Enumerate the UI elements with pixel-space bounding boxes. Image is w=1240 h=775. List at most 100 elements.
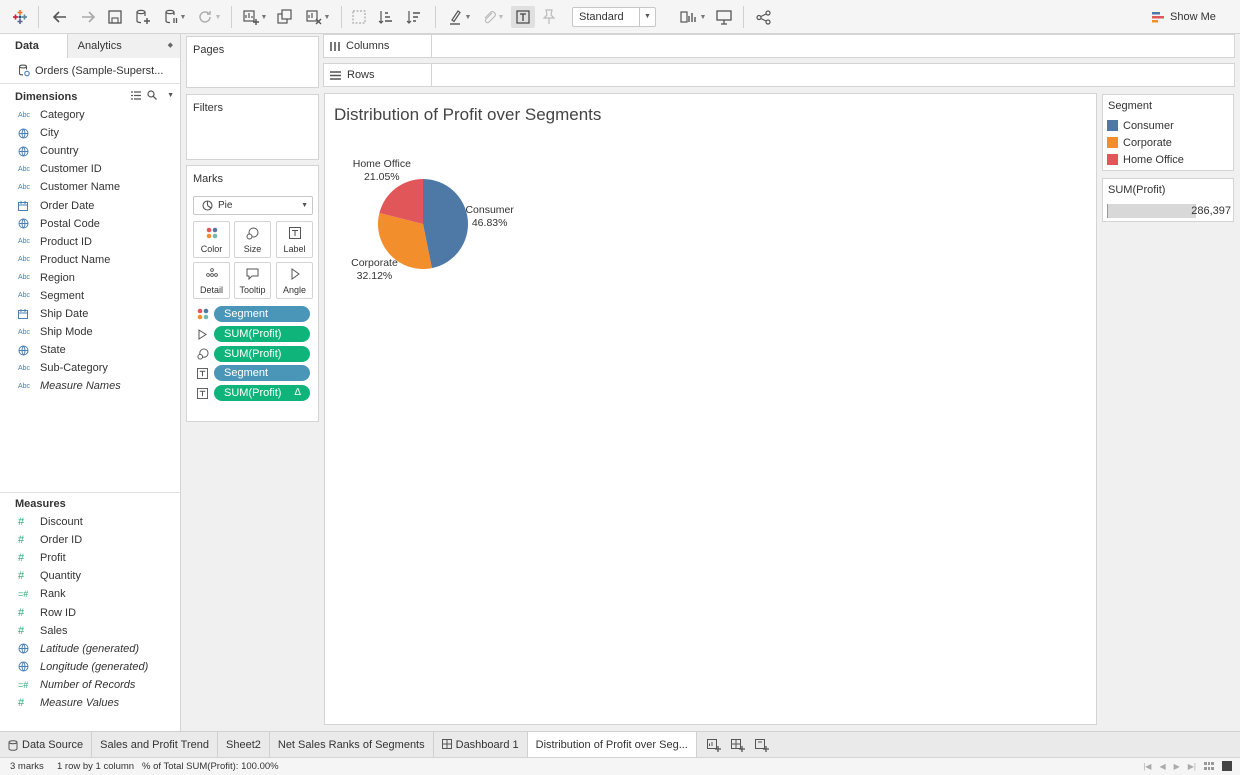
detail-button[interactable]: Detail [193, 262, 230, 299]
group-members-icon[interactable]: ▼ [478, 6, 508, 28]
field-segment[interactable]: Abc Segment [0, 287, 180, 305]
tab-analytics[interactable]: Analytics ◆ [67, 34, 180, 58]
chevron-down-icon[interactable]: ▼ [167, 92, 174, 99]
field-rank[interactable]: =# Rank [0, 585, 180, 603]
label-button[interactable]: Label [276, 221, 313, 258]
share-icon[interactable] [753, 6, 773, 28]
color-legend[interactable]: Segment Consumer Corporate Home Office [1102, 94, 1234, 171]
field-customer-id[interactable]: Abc Customer ID [0, 160, 180, 178]
field-state[interactable]: State [0, 341, 180, 359]
swap-rows-columns-icon[interactable] [349, 6, 369, 28]
clear-sheet-icon[interactable]: ▼ [302, 6, 334, 28]
show-mark-labels-icon[interactable] [511, 6, 535, 28]
columns-shelf[interactable]: Columns [323, 34, 1235, 58]
field-city[interactable]: City [0, 124, 180, 142]
refresh-icon[interactable]: ▼ [193, 6, 225, 28]
profit-angle-pill[interactable]: SUM(Profit) [214, 326, 310, 342]
field-category[interactable]: Abc Category [0, 106, 180, 124]
field-ship-mode[interactable]: Abc Ship Mode [0, 323, 180, 341]
field-sub-category[interactable]: Abc Sub-Category [0, 359, 180, 377]
sheet-tab-sales-and-profit-trend[interactable]: Sales and Profit Trend [92, 732, 218, 758]
sheet-tab-net-sales-ranks-of-segments[interactable]: Net Sales Ranks of Segments [270, 732, 434, 758]
mark-pill-row[interactable]: Segment [197, 306, 311, 322]
next-sheet-icon[interactable]: ▶ [1174, 762, 1180, 771]
search-icon[interactable] [147, 90, 158, 100]
string-type-icon: Abc [18, 238, 31, 246]
tableau-logo-icon[interactable] [10, 6, 30, 28]
field-latitude-generated[interactable]: Latitude (generated) [0, 640, 180, 658]
field-product-id[interactable]: Abc Product ID [0, 233, 180, 251]
field-longitude-generated[interactable]: Longitude (generated) [0, 658, 180, 676]
angle-button[interactable]: Angle [276, 262, 313, 299]
highlight-icon[interactable]: ▼ [445, 6, 475, 28]
new-story-icon[interactable] [754, 738, 769, 752]
field-sales[interactable]: # Sales [0, 622, 180, 640]
size-legend[interactable]: SUM(Profit) 286,397 [1102, 178, 1234, 222]
tooltip-button[interactable]: Tooltip [234, 262, 271, 299]
filters-card[interactable]: Filters [186, 94, 319, 160]
first-sheet-icon[interactable]: |◀ [1143, 762, 1151, 771]
field-product-name[interactable]: Abc Product Name [0, 251, 180, 269]
last-sheet-icon[interactable]: ▶| [1188, 762, 1196, 771]
show-me-button[interactable]: Show Me [1152, 8, 1216, 26]
field-quantity[interactable]: # Quantity [0, 567, 180, 585]
show-tabs-icon[interactable] [1222, 761, 1232, 771]
sheet-tab-distribution-of-profit-over-seg[interactable]: Distribution of Profit over Seg... [527, 732, 697, 758]
field-profit[interactable]: # Profit [0, 549, 180, 567]
show-filmstrip-icon[interactable] [1204, 761, 1214, 771]
mark-pill-row[interactable]: Segment [197, 365, 311, 381]
legend-item-consumer[interactable]: Consumer [1103, 117, 1233, 134]
segment-label-pill[interactable]: Segment [214, 365, 310, 381]
legend-item-corporate[interactable]: Corporate [1103, 134, 1233, 151]
presentation-mode-icon[interactable] [713, 6, 735, 28]
sort-ascending-icon[interactable] [376, 6, 396, 28]
redo-icon[interactable] [78, 6, 98, 28]
segment-color-pill[interactable]: Segment [214, 306, 310, 322]
field-measure-names[interactable]: Abc Measure Names [0, 377, 180, 395]
view-as-list-icon[interactable] [131, 90, 142, 100]
profit-label-pill[interactable]: SUM(Profit) Δ [214, 385, 310, 401]
tab-data-source[interactable]: Data Source [0, 732, 93, 758]
field-order-id[interactable]: # Order ID [0, 531, 180, 549]
profit-size-pill[interactable]: SUM(Profit) [214, 346, 310, 362]
undo-icon[interactable] [50, 6, 70, 28]
field-customer-name[interactable]: Abc Customer Name [0, 178, 180, 196]
field-order-date[interactable]: Order Date [0, 196, 180, 214]
new-datasource-icon[interactable] [133, 6, 153, 28]
pause-updates-icon[interactable]: ▼ [160, 6, 190, 28]
pages-card[interactable]: Pages [186, 36, 319, 88]
viz-title[interactable]: Distribution of Profit over Segments [334, 105, 601, 125]
new-dashboard-icon[interactable] [730, 738, 745, 752]
field-ship-date[interactable]: Ship Date [0, 305, 180, 323]
rows-shelf[interactable]: Rows [323, 63, 1235, 87]
new-worksheet-icon[interactable]: ▼ [239, 6, 271, 28]
fix-axes-icon[interactable] [539, 6, 559, 28]
show-cards-icon[interactable]: ▼ [678, 6, 708, 28]
field-postal-code[interactable]: Postal Code [0, 215, 180, 233]
mark-pill-row[interactable]: SUM(Profit) [197, 326, 311, 342]
field-measure-values[interactable]: # Measure Values [0, 694, 180, 712]
new-worksheet-icon[interactable] [706, 738, 721, 752]
mark-pill-row[interactable]: SUM(Profit) Δ [197, 385, 311, 401]
mark-type-dropdown[interactable]: Pie ▼ [193, 196, 313, 215]
mark-pill-row[interactable]: SUM(Profit) [197, 346, 311, 362]
field-discount[interactable]: # Discount [0, 513, 180, 531]
size-button[interactable]: Size [234, 221, 271, 258]
field-row-id[interactable]: # Row ID [0, 603, 180, 621]
field-country[interactable]: Country [0, 142, 180, 160]
tab-data[interactable]: Data [0, 34, 68, 58]
sort-descending-icon[interactable] [404, 6, 424, 28]
duplicate-sheet-icon[interactable] [275, 6, 295, 28]
legend-item-home-office[interactable]: Home Office [1103, 151, 1233, 168]
sheet-tab-sheet2[interactable]: Sheet2 [218, 732, 270, 758]
viz-canvas[interactable]: Distribution of Profit over Segments Con… [324, 93, 1097, 725]
tab-menu-icon[interactable]: ◆ [168, 34, 173, 58]
field-number-of-records[interactable]: =# Number of Records [0, 676, 180, 694]
datasource-item[interactable]: Orders (Sample-Superst... [0, 58, 180, 84]
field-region[interactable]: Abc Region [0, 269, 180, 287]
previous-sheet-icon[interactable]: ◀ [1159, 762, 1165, 771]
save-icon[interactable] [105, 6, 125, 28]
sheet-tab-dashboard-1[interactable]: Dashboard 1 [434, 732, 528, 758]
view-fit-dropdown[interactable]: Standard ▼ [572, 7, 656, 27]
color-button[interactable]: Color [193, 221, 230, 258]
